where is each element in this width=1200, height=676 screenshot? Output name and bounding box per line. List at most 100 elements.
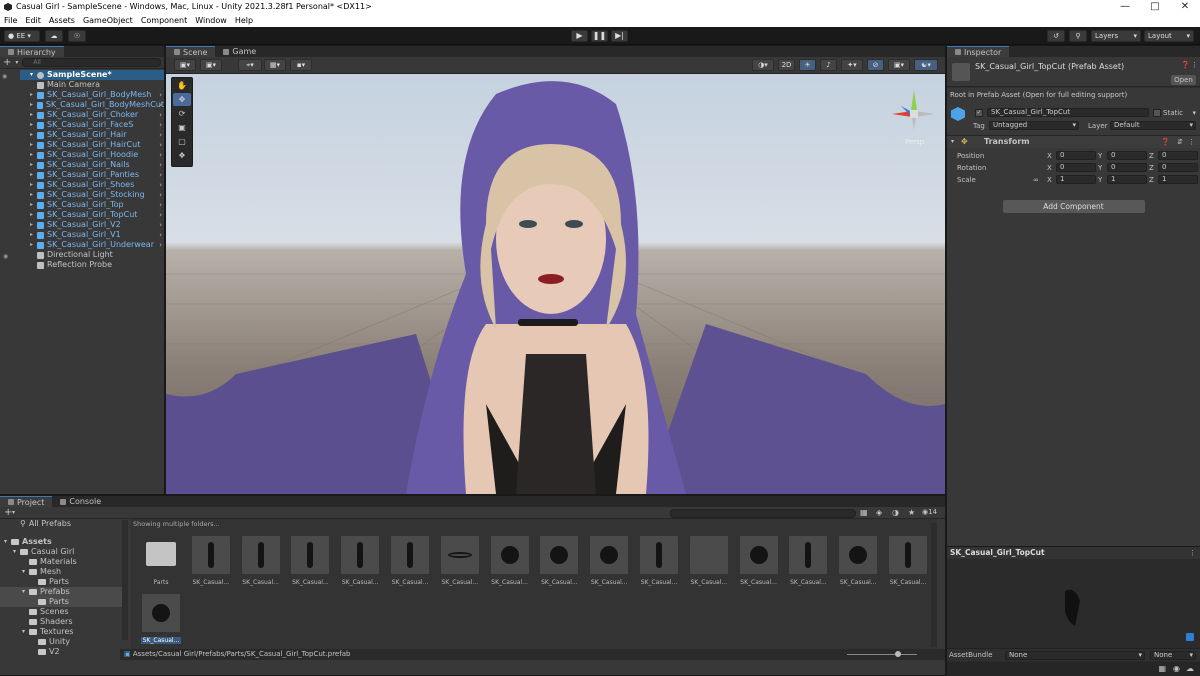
variant-dropdown[interactable]: None ▾ (1150, 651, 1196, 660)
camera-settings-icon[interactable]: ▣▾ (888, 59, 910, 71)
transform-y-field[interactable]: 1 (1107, 175, 1147, 184)
open-prefab-icon[interactable]: › (159, 90, 162, 100)
hierarchy-item[interactable]: Main Camera (0, 80, 164, 90)
tree-item[interactable]: ▾ Assets (0, 537, 127, 547)
tab-inspector[interactable]: Inspector (947, 46, 1010, 57)
open-prefab-icon[interactable]: › (159, 200, 162, 210)
open-prefab-icon[interactable]: › (159, 190, 162, 200)
search-by-lock-icon[interactable]: ◑ (892, 508, 899, 517)
transform-x-field[interactable]: 0 (1056, 151, 1096, 160)
hierarchy-item[interactable]: ▸ SK_Casual_Girl_Underwear › (0, 240, 164, 250)
open-prefab-icon[interactable]: › (159, 160, 162, 170)
open-prefab-icon[interactable]: › (159, 120, 162, 130)
cloud-icon[interactable]: ☁ (45, 30, 63, 42)
asset-item[interactable]: SK_Casual... (440, 536, 480, 586)
play-button[interactable]: ▶ (571, 30, 588, 42)
expand-icon[interactable]: ▸ (30, 190, 33, 200)
expand-icon[interactable]: ▾ (4, 537, 11, 547)
persp-label[interactable]: Persp (905, 138, 924, 146)
render-mode-icon[interactable]: ◑▾ (752, 59, 774, 71)
tab-scene[interactable]: Scene (166, 46, 216, 57)
asset-item[interactable]: SK_Casual... (290, 536, 330, 586)
hierarchy-item[interactable]: ▸ SK_Casual_Girl_Shoes › (0, 180, 164, 190)
expand-icon[interactable]: ▾ (22, 587, 29, 597)
more-icon[interactable]: ⋮ (1191, 61, 1198, 69)
add-component-button[interactable]: Add Component (1002, 200, 1145, 213)
tag-dropdown[interactable]: Untagged ▾ (989, 121, 1079, 130)
menu-assets[interactable]: Assets (49, 16, 75, 25)
grid-snap-icon[interactable]: ▦▾ (264, 59, 286, 71)
scene-viewport[interactable]: ✋ ✥ ⟳ ▣ ▢ ❖ Persp (166, 74, 945, 494)
menu-edit[interactable]: Edit (25, 16, 41, 25)
pause-button[interactable]: ❚❚ (591, 30, 608, 42)
transform-more-icon[interactable]: ⋮ (1188, 136, 1195, 148)
step-button[interactable]: ▶| (611, 30, 628, 42)
rect-tool-icon[interactable]: ▢ (173, 135, 191, 148)
hierarchy-item[interactable]: ▸ SK_Casual_Girl_BodyMesh › (0, 90, 164, 100)
tree-item[interactable]: ▾ Mesh (0, 567, 127, 577)
transform-header[interactable]: ▾ ✥ Transform ❓ ⇵ ⋮ (947, 135, 1200, 148)
expand-icon[interactable]: ▸ (30, 210, 33, 220)
move-tool-icon[interactable]: ✥ (173, 93, 191, 106)
hierarchy-item[interactable]: ▸ SK_Casual_Girl_TopCut › (0, 210, 164, 220)
asset-item[interactable]: SK_Casual... (490, 536, 530, 586)
tab-project[interactable]: Project (0, 496, 53, 507)
expand-icon[interactable]: ▸ (30, 220, 33, 230)
open-prefab-icon[interactable]: › (159, 210, 162, 220)
layout-dropdown[interactable]: Layout ▾ (1144, 30, 1194, 42)
help-icon[interactable]: ❓ (1181, 61, 1190, 69)
open-prefab-icon[interactable]: › (159, 100, 162, 110)
hierarchy-item[interactable]: ▸ SK_Casual_Girl_BodyMeshCut › (0, 100, 164, 110)
close-button[interactable]: ✕ (1170, 0, 1200, 14)
audio-icon[interactable]: ♪ (820, 59, 837, 71)
hierarchy-item[interactable]: ▸ SK_Casual_Girl_HairCut › (0, 140, 164, 150)
transform-preset-icon[interactable]: ⇵ (1177, 136, 1183, 148)
tree-item[interactable]: Scenes (0, 607, 127, 617)
scale-tool-icon[interactable]: ▣ (173, 121, 191, 134)
account-dropdown[interactable]: ● EE ▾ (4, 30, 40, 42)
expand-icon[interactable]: ▾ (22, 627, 29, 637)
transform-z-field[interactable]: 0 (1158, 163, 1198, 172)
static-dropdown-icon[interactable]: ▾ (1192, 109, 1196, 117)
tree-item[interactable]: Unity (0, 637, 127, 647)
expand-icon[interactable]: ▾ (13, 547, 20, 557)
layer-dropdown[interactable]: Default ▾ (1110, 121, 1196, 130)
menu-gameobject[interactable]: GameObject (83, 16, 133, 25)
lighting-icon[interactable]: ☀ (799, 59, 816, 71)
asset-item[interactable]: SK_Casual... (589, 536, 629, 586)
project-search-input[interactable] (670, 509, 856, 518)
history-icon[interactable]: ↺ (1047, 30, 1065, 42)
hierarchy-item[interactable]: ▸ SK_Casual_Girl_Stocking › (0, 190, 164, 200)
hierarchy-item[interactable]: Reflection Probe (0, 260, 164, 270)
hierarchy-item[interactable]: ▸ SK_Casual_Girl_Hoodie › (0, 150, 164, 160)
asset-item[interactable]: Parts (141, 536, 181, 586)
scene-row[interactable]: ◉ ▾ SampleScene* (2, 70, 164, 80)
hierarchy-item[interactable]: Directional Light ◉ (0, 250, 164, 260)
tab-game[interactable]: Game (215, 46, 264, 57)
effects-icon[interactable]: ✦▾ (841, 59, 863, 71)
search-icon[interactable]: ⚲ (1069, 30, 1087, 42)
asset-item[interactable]: SK_Casual... (390, 536, 430, 586)
open-prefab-icon[interactable]: › (159, 140, 162, 150)
hidden-count[interactable]: ◉14 (922, 508, 937, 516)
asset-item[interactable]: SK_Casual... (539, 536, 579, 586)
create-dropdown-icon[interactable]: ▾ (12, 509, 15, 516)
hierarchy-item[interactable]: ▸ SK_Casual_Girl_Hair › (0, 130, 164, 140)
open-prefab-icon[interactable]: › (159, 110, 162, 120)
all-prefabs-item[interactable]: ⚲ All Prefabs (0, 519, 127, 529)
draw-mode-icon[interactable]: ▣▾ (174, 59, 196, 71)
expand-icon[interactable]: ▸ (30, 200, 33, 210)
static-checkbox[interactable] (1153, 109, 1161, 117)
expand-icon[interactable]: ▸ (30, 140, 33, 150)
menu-file[interactable]: File (4, 16, 17, 25)
asset-item[interactable]: SK_Casual... (788, 536, 828, 586)
status-icon-1[interactable]: ▦ (1158, 664, 1166, 673)
collab-icon[interactable]: ☉ (68, 30, 86, 42)
tab-console[interactable]: Console (52, 496, 109, 507)
assetbundle-dropdown[interactable]: None ▾ (1005, 651, 1145, 660)
add-dropdown-icon[interactable]: ▾ (15, 59, 18, 66)
transform-tool-icon[interactable]: ❖ (173, 149, 191, 162)
tree-item[interactable]: V2 (0, 647, 127, 657)
gizmos-icon[interactable]: ☯▾ (914, 59, 938, 71)
asset-item[interactable]: SK_Casual... (340, 536, 380, 586)
